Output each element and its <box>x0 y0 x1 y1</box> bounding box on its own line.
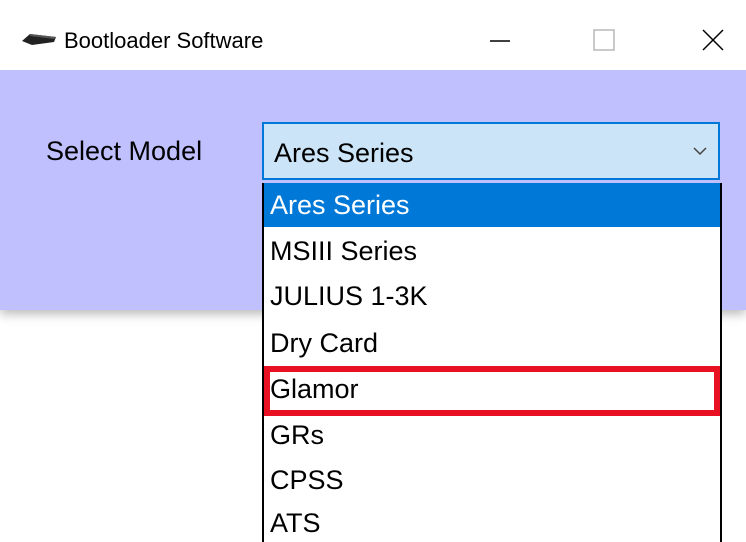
dropdown-option-ats[interactable]: ATS <box>264 501 720 542</box>
maximize-button[interactable] <box>574 18 634 62</box>
chip-icon <box>22 34 56 45</box>
minimize-button[interactable] <box>470 18 530 62</box>
dropdown-option-julius-1-3k[interactable]: JULIUS 1-3K <box>264 274 720 318</box>
model-dropdown-list[interactable]: Ares Series MSIII Series JULIUS 1-3K Dry… <box>262 183 722 542</box>
title-bar[interactable]: Bootloader Software <box>0 0 746 70</box>
dropdown-option-msiii-series[interactable]: MSIII Series <box>264 229 720 273</box>
model-select[interactable]: Ares Series <box>262 122 720 180</box>
maximize-icon <box>593 29 615 51</box>
dropdown-option-glamor[interactable]: Glamor <box>264 367 720 411</box>
close-button[interactable] <box>683 18 743 62</box>
select-model-label: Select Model <box>46 136 203 166</box>
dropdown-option-grs[interactable]: GRs <box>264 413 720 457</box>
model-select-value: Ares Series <box>274 138 414 168</box>
dropdown-option-cpss[interactable]: CPSS <box>264 458 720 502</box>
dropdown-option-ares-series[interactable]: Ares Series <box>264 183 720 227</box>
close-icon <box>702 29 724 51</box>
minimize-icon <box>490 40 510 42</box>
chevron-down-icon <box>693 147 707 156</box>
dropdown-option-dry-card[interactable]: Dry Card <box>264 321 720 365</box>
window-title: Bootloader Software <box>64 28 264 53</box>
